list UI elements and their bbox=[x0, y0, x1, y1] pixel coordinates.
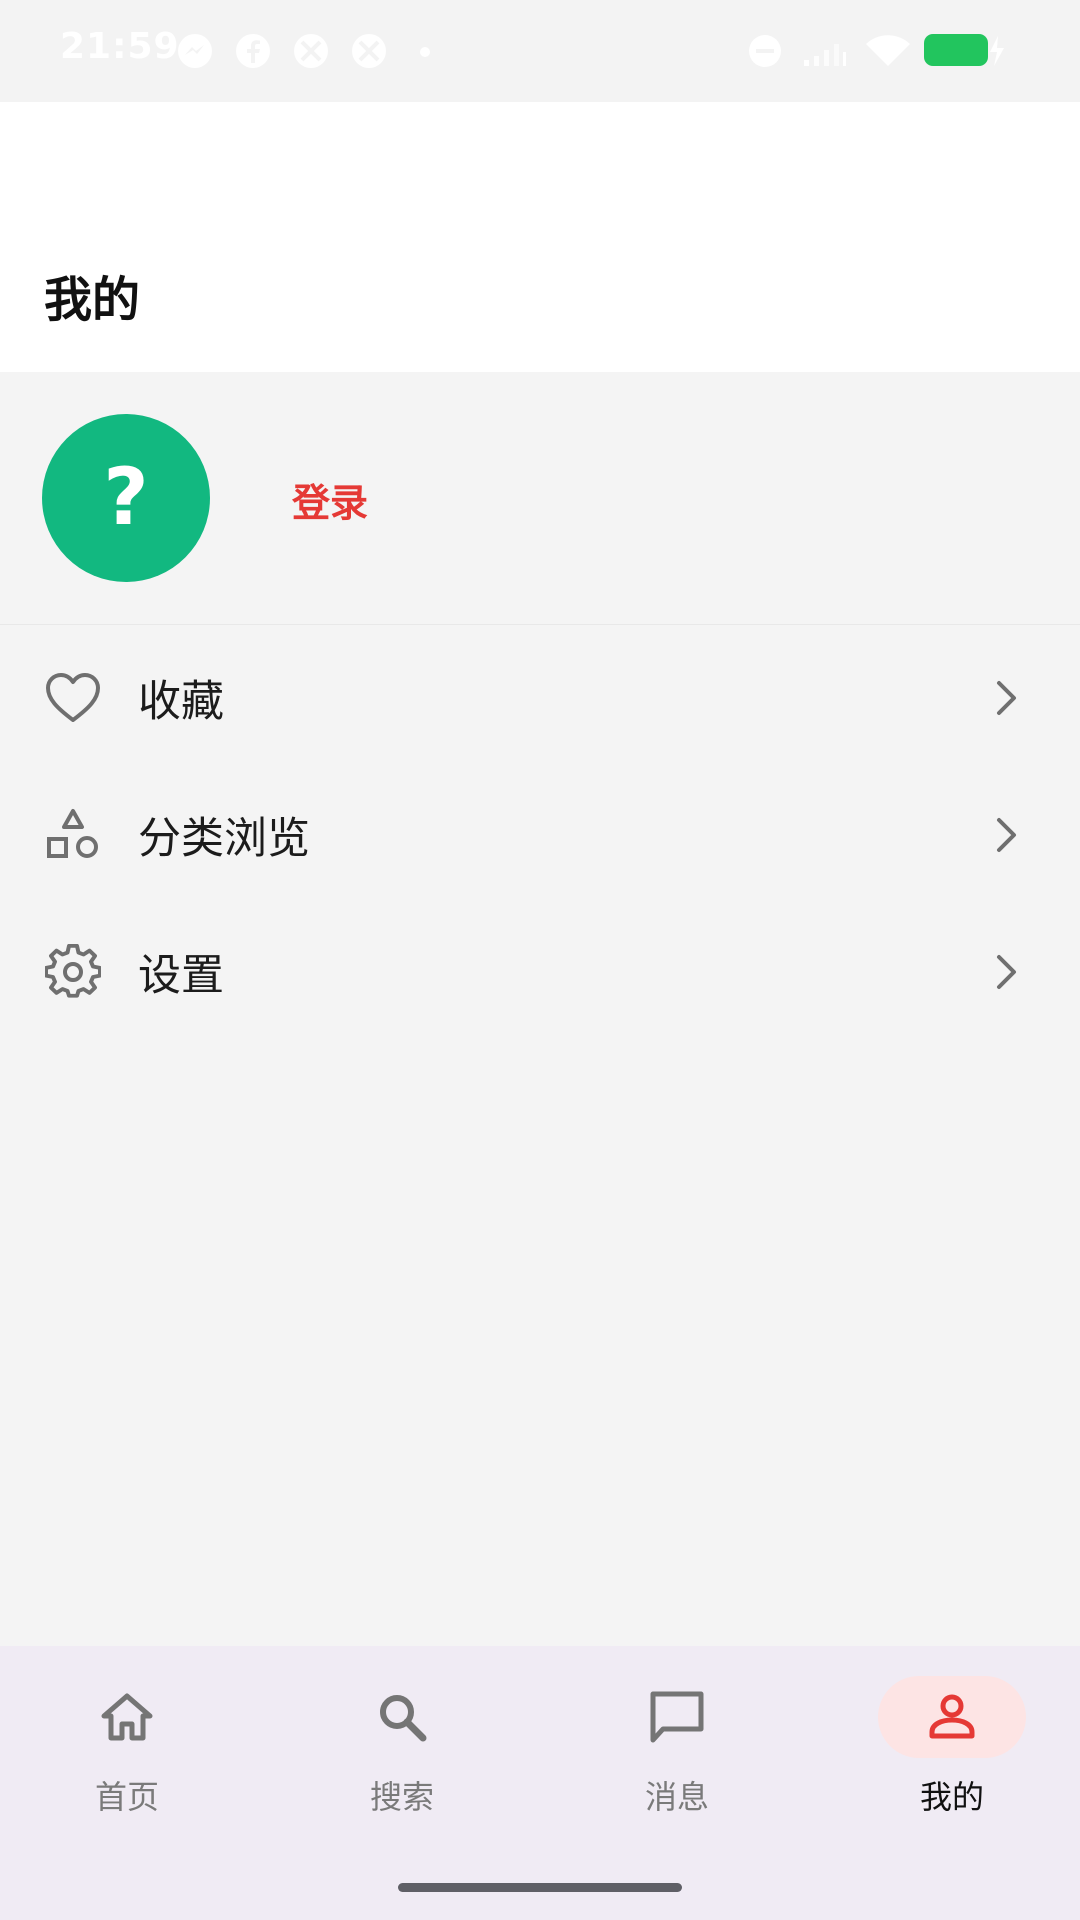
nav-icon-container bbox=[53, 1676, 201, 1758]
home-icon bbox=[101, 1693, 153, 1741]
nav-label: 首页 bbox=[94, 1778, 159, 1816]
gear-icon bbox=[44, 943, 102, 1001]
bottom-navigation: 首页 搜索 消息 我的 bbox=[0, 1646, 1080, 1920]
home-indicator[interactable] bbox=[398, 1883, 682, 1892]
category-shapes-icon bbox=[44, 806, 102, 864]
profile-section: ? 登录 bbox=[0, 372, 1080, 625]
message-icon bbox=[650, 1691, 704, 1743]
search-icon bbox=[380, 1695, 427, 1742]
page-title: 我的 bbox=[44, 272, 141, 328]
signal-icon bbox=[804, 44, 846, 66]
menu-item-favorites[interactable]: 收藏 bbox=[0, 629, 1080, 766]
menu-item-category-browse[interactable]: 分类浏览 bbox=[0, 766, 1080, 903]
nav-label: 搜索 bbox=[369, 1778, 434, 1816]
nav-icon-container bbox=[328, 1676, 476, 1758]
heart-icon bbox=[44, 669, 102, 727]
status-bar: 21:59 bbox=[0, 0, 1080, 102]
nav-item-messages[interactable]: 消息 bbox=[577, 1676, 777, 1836]
do-not-disturb-icon bbox=[749, 35, 781, 67]
chevron-right-icon bbox=[997, 954, 1016, 989]
battery-charging-icon bbox=[924, 34, 1004, 66]
menu-item-label: 分类浏览 bbox=[138, 813, 310, 864]
page-header: 我的 bbox=[0, 102, 1080, 372]
facebook-icon bbox=[236, 34, 270, 68]
avatar[interactable]: ? bbox=[42, 414, 210, 582]
nav-label: 消息 bbox=[644, 1778, 709, 1816]
menu-item-label: 设置 bbox=[138, 950, 224, 1001]
nav-item-home[interactable]: 首页 bbox=[27, 1676, 227, 1836]
nav-item-search[interactable]: 搜索 bbox=[302, 1676, 502, 1836]
dot-icon bbox=[420, 47, 430, 57]
nav-label: 我的 bbox=[919, 1778, 984, 1816]
menu-item-label: 收藏 bbox=[138, 676, 224, 727]
nav-item-mine[interactable]: 我的 bbox=[852, 1676, 1052, 1836]
menu-item-settings[interactable]: 设置 bbox=[0, 903, 1080, 1040]
status-time: 21:59 bbox=[60, 26, 180, 67]
chevron-right-icon bbox=[997, 680, 1016, 715]
app-icon bbox=[352, 34, 386, 68]
chevron-right-icon bbox=[997, 817, 1016, 852]
avatar-placeholder-glyph: ? bbox=[103, 453, 149, 543]
nav-icon-container bbox=[878, 1676, 1026, 1758]
nav-icon-container bbox=[603, 1676, 751, 1758]
person-icon bbox=[929, 1694, 975, 1739]
app-icon bbox=[294, 34, 328, 68]
messenger-icon bbox=[178, 34, 212, 68]
login-link[interactable]: 登录 bbox=[292, 472, 368, 527]
wifi-icon bbox=[866, 35, 910, 66]
